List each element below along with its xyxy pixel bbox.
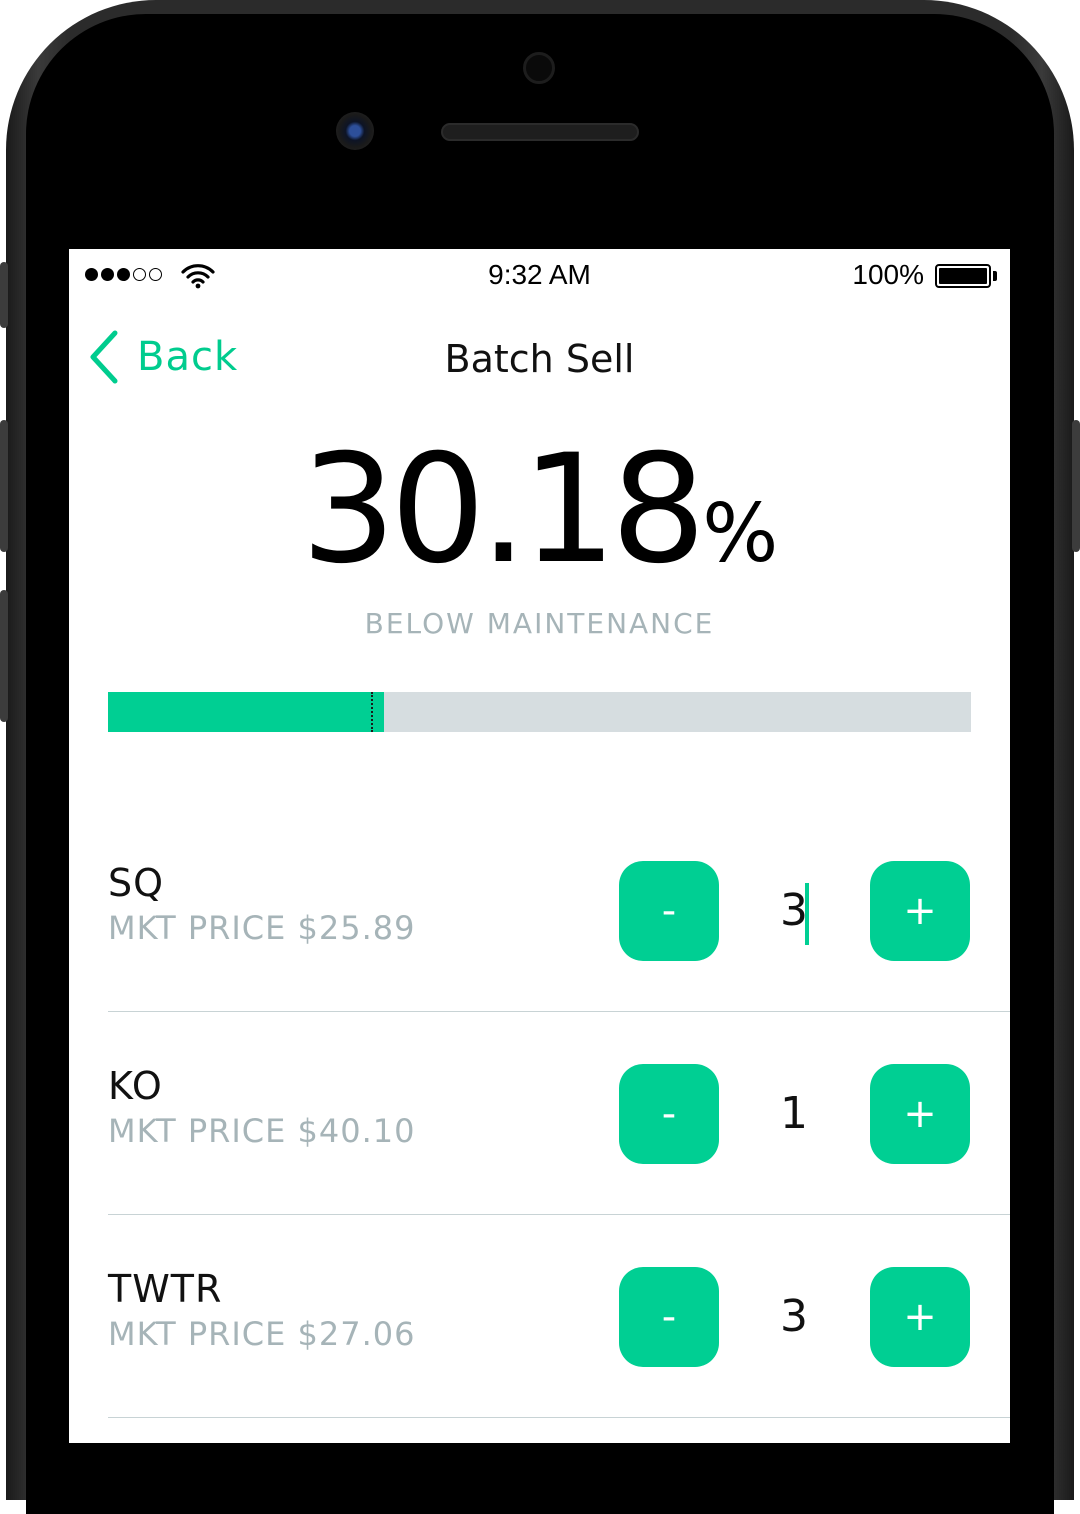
percentage-value: 30.18 <box>300 423 706 597</box>
increase-quantity-button[interactable]: + <box>870 1064 970 1164</box>
decrease-quantity-button[interactable]: - <box>619 1267 719 1367</box>
market-price: MKT PRICE $25.89 <box>108 909 416 947</box>
front-camera <box>336 112 374 150</box>
maintenance-marker <box>371 692 373 732</box>
holding-row: SQ MKT PRICE $25.89 -3 + <box>108 809 1010 1012</box>
holdings-list: SQ MKT PRICE $25.89-3 + KO MKT PRICE $40.10-… <box>108 809 1010 1418</box>
page-title: Batch Sell <box>444 337 635 381</box>
side-button <box>0 262 8 328</box>
holding-row: KO MKT PRICE $40.10 -1 + <box>108 1012 1010 1215</box>
side-button <box>0 590 8 722</box>
ticker-symbol: TWTR <box>108 1267 223 1311</box>
earpiece-speaker <box>441 123 639 141</box>
quantity-value[interactable]: 3 <box>744 881 844 941</box>
maintenance-progress-bar <box>108 692 971 732</box>
market-price: MKT PRICE $27.06 <box>108 1315 416 1353</box>
side-button <box>0 420 8 552</box>
battery-percent: 100% <box>852 259 924 290</box>
battery-icon <box>935 264 991 288</box>
increase-quantity-button[interactable]: + <box>870 1267 970 1367</box>
side-button <box>1072 420 1080 552</box>
status-bar: 9:32 AM 100% <box>69 249 1010 305</box>
decrease-quantity-button[interactable]: - <box>619 861 719 961</box>
maintenance-percentage: 30.18% <box>69 435 1010 585</box>
decrease-quantity-button[interactable]: - <box>619 1064 719 1164</box>
progress-fill <box>108 692 384 732</box>
increase-quantity-button[interactable]: + <box>870 861 970 961</box>
market-price: MKT PRICE $40.10 <box>108 1112 416 1150</box>
navigation-bar: Back Batch Sell <box>69 319 1010 409</box>
app-screen: 9:32 AM 100% Back Batch Sell 30.18% BELO… <box>69 249 1010 1443</box>
battery-nub <box>993 271 997 281</box>
holding-row: TWTR MKT PRICE $27.06 -3 + <box>108 1215 1010 1418</box>
ticker-symbol: KO <box>108 1064 163 1108</box>
maintenance-caption: BELOW MAINTENANCE <box>364 607 715 640</box>
ticker-symbol: SQ <box>108 861 165 905</box>
text-cursor <box>805 883 809 945</box>
quantity-value[interactable]: 1 <box>744 1084 844 1144</box>
proximity-sensor <box>523 52 555 84</box>
percentage-sign: % <box>702 487 779 580</box>
quantity-value[interactable]: 3 <box>744 1287 844 1347</box>
